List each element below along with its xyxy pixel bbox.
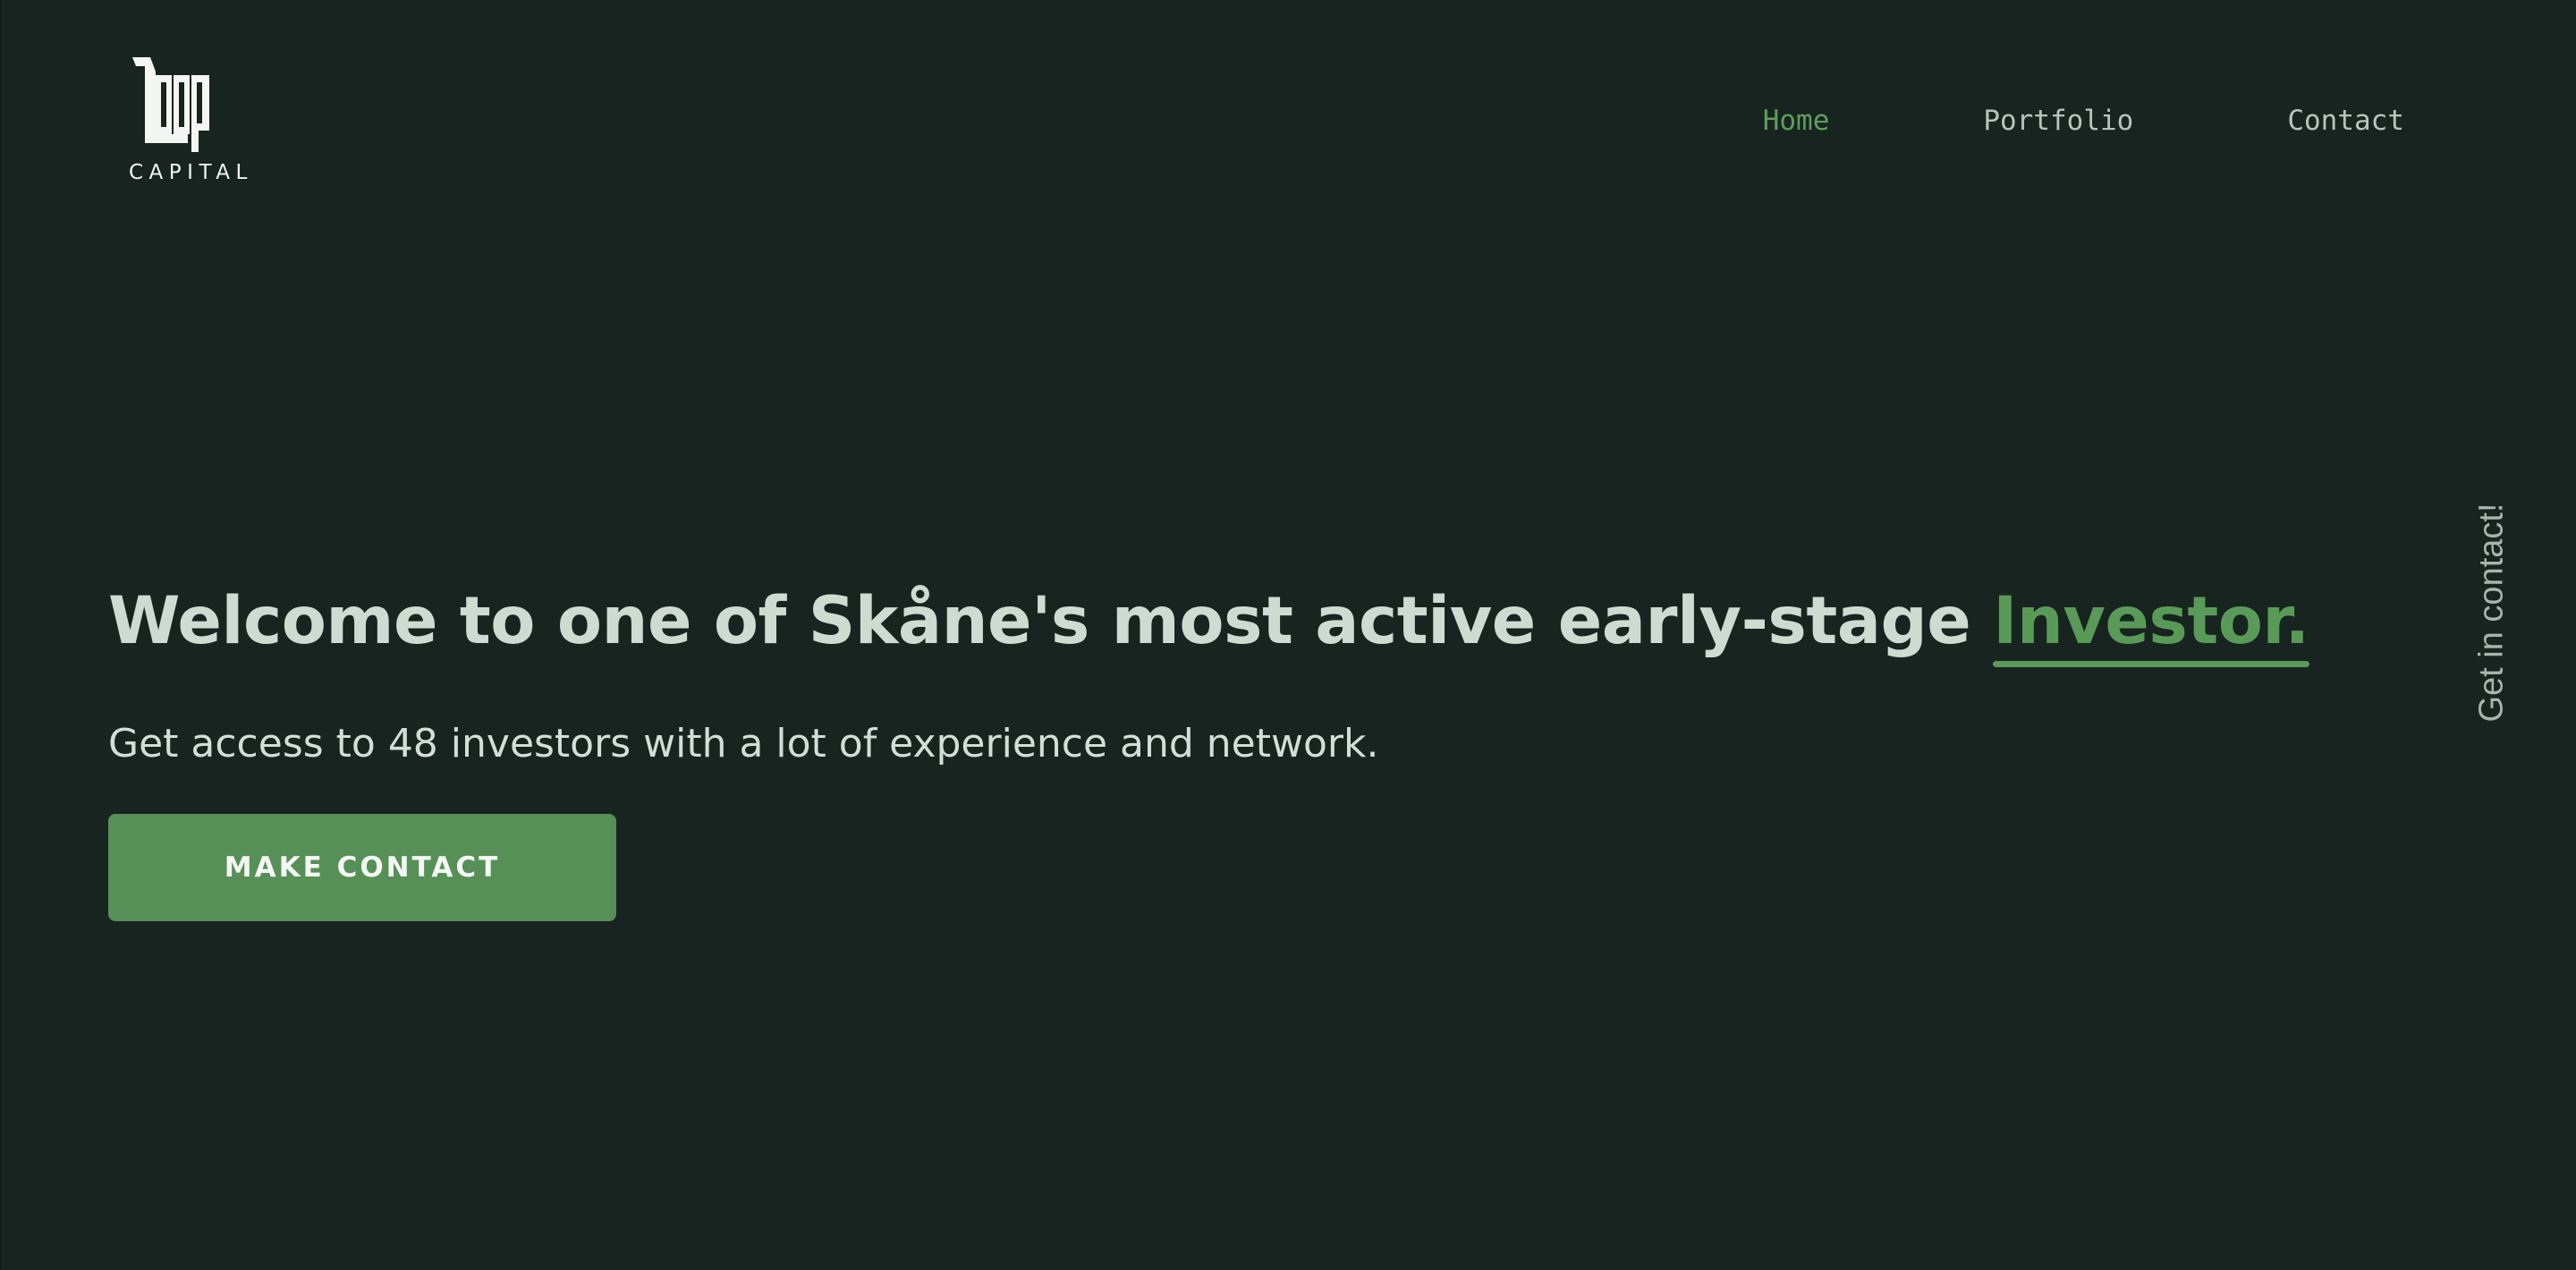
hero-section: Welcome to one of Skåne's most active ea… bbox=[108, 572, 2380, 921]
nav-item-contact[interactable]: Contact bbox=[2287, 100, 2404, 141]
page: CAPITAL Home Portfolio Contact Welcome t… bbox=[0, 0, 2576, 1270]
hero-subline: Get access to 48 investors with a lot of… bbox=[108, 721, 1379, 766]
hero-headline-accent: Investor. bbox=[1993, 572, 2309, 671]
hero-headline-main: Welcome to one of Skåne's most active ea… bbox=[108, 583, 1994, 659]
hero-headline: Welcome to one of Skåne's most active ea… bbox=[108, 572, 2380, 671]
logo[interactable]: CAPITAL bbox=[129, 55, 263, 190]
main-nav: Home Portfolio Contact bbox=[1763, 100, 2404, 141]
logo-subtitle: CAPITAL bbox=[129, 161, 253, 184]
get-in-contact-side-link[interactable]: Get in contact! bbox=[2473, 503, 2512, 722]
loop-logo-icon bbox=[132, 57, 209, 152]
nav-item-portfolio[interactable]: Portfolio bbox=[1983, 100, 2133, 141]
make-contact-button[interactable]: MAKE CONTACT bbox=[108, 814, 616, 921]
nav-item-home[interactable]: Home bbox=[1763, 100, 1830, 141]
